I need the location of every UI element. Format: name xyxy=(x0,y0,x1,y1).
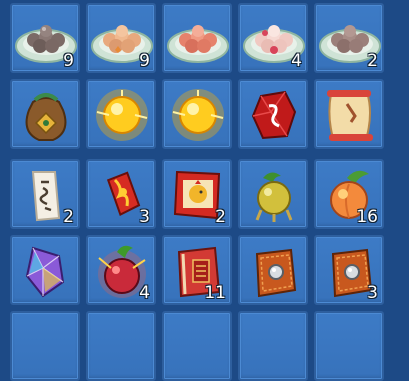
golden-orb-icon xyxy=(96,89,148,141)
inventory-slot[interactable] xyxy=(238,311,308,381)
inventory-slot[interactable] xyxy=(86,79,156,149)
item-quantity: 4 xyxy=(291,51,302,71)
inventory-slot[interactable]: 9 xyxy=(86,3,156,73)
inventory-slot[interactable]: 2 xyxy=(314,3,384,73)
inventory-slot[interactable]: 4 xyxy=(238,3,308,73)
dumpling-plate-icon xyxy=(167,25,229,63)
item-quantity: 4 xyxy=(139,283,150,303)
inventory-slot[interactable]: 3 xyxy=(314,235,384,305)
item-quantity: 3 xyxy=(139,207,150,227)
inventory-slot[interactable]: 4 xyxy=(86,235,156,305)
golden-fruit-icon xyxy=(255,172,293,222)
red-gem-icon xyxy=(251,90,297,140)
inventory-slot[interactable] xyxy=(86,311,156,381)
item-quantity: 2 xyxy=(367,51,378,71)
treasure-pouch-icon xyxy=(25,93,67,141)
scroll-icon xyxy=(327,90,373,141)
inventory-slot[interactable] xyxy=(314,311,384,381)
item-quantity: 11 xyxy=(204,283,226,303)
inventory-slot[interactable]: 11 xyxy=(162,235,232,305)
inventory-slot[interactable] xyxy=(238,159,308,229)
inventory-slot[interactable] xyxy=(238,235,308,305)
inventory-slot[interactable]: 3 xyxy=(86,159,156,229)
inventory-slot[interactable]: 2 xyxy=(162,159,232,229)
item-quantity: 3 xyxy=(367,283,378,303)
rainbow-crystal-icon xyxy=(25,246,65,298)
inventory-slot[interactable]: 16 xyxy=(314,159,384,229)
inventory-slot[interactable] xyxy=(314,79,384,149)
inventory-slot[interactable] xyxy=(162,79,232,149)
golden-orb-icon xyxy=(172,89,224,141)
inventory-slot[interactable]: 9 xyxy=(10,3,80,73)
inventory-slot[interactable] xyxy=(162,311,232,381)
item-quantity: 9 xyxy=(63,51,74,71)
inventory-slot[interactable] xyxy=(162,3,232,73)
inventory-slot[interactable]: 2 xyxy=(10,159,80,229)
orange-pouch-icon xyxy=(255,248,297,298)
inventory-slot[interactable] xyxy=(10,311,80,381)
inventory-slot[interactable] xyxy=(238,79,308,149)
item-quantity: 16 xyxy=(356,207,378,227)
inventory-grid: 9 9 4 2 2 3 2 16 4 11 3 xyxy=(0,0,409,381)
item-quantity: 9 xyxy=(139,51,150,71)
inventory-slot[interactable] xyxy=(10,235,80,305)
item-quantity: 2 xyxy=(63,207,74,227)
inventory-slot[interactable] xyxy=(10,79,80,149)
item-quantity: 2 xyxy=(215,207,226,227)
